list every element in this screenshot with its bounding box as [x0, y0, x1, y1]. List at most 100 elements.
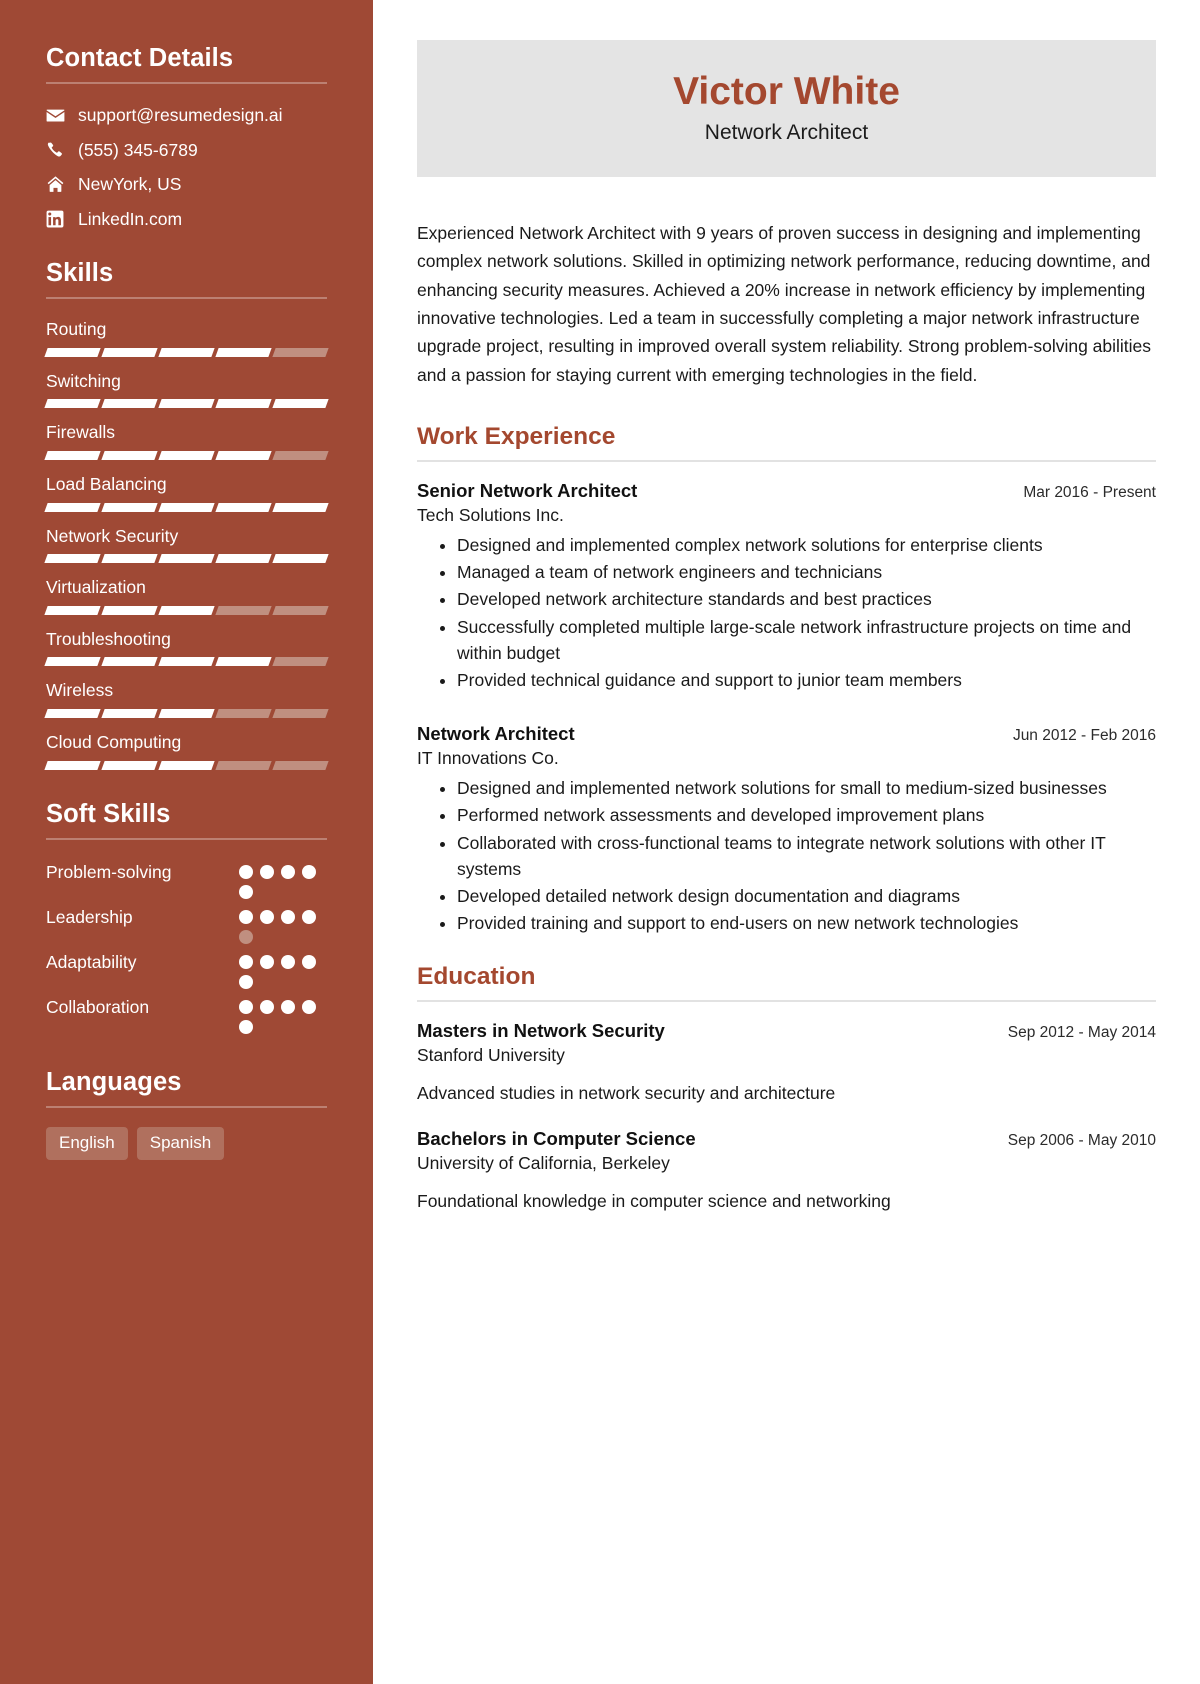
soft-skill-dot: [260, 999, 274, 1014]
language-pill[interactable]: Spanish: [136, 1126, 225, 1161]
contact-item[interactable]: (555) 345-6789: [46, 138, 327, 163]
soft-skill-rating: [239, 859, 327, 899]
contact-item[interactable]: NewYork, US: [46, 172, 327, 197]
work-job-title: Network Architect: [417, 723, 575, 745]
education-section: Education Masters in Network Security Sep…: [417, 963, 1156, 1214]
language-pill[interactable]: English: [46, 1126, 128, 1161]
skills-list: Routing Switching Firewalls Load Balancing N…: [44, 318, 329, 770]
education-entry-header: Masters in Network Security Sep 2012 - Ma…: [417, 1018, 1156, 1044]
education-description: Foundational knowledge in computer scien…: [417, 1190, 891, 1211]
phone-icon: [46, 141, 72, 159]
education-institution: Stanford University: [417, 1044, 565, 1065]
work-company: Tech Solutions Inc.: [417, 504, 564, 525]
skill-label: Network Security: [46, 525, 179, 546]
contact-details-section: Contact Details support@resumedesign.ai (…: [46, 44, 327, 231]
contact-value: NewYork, US: [78, 174, 182, 194]
work-experience-section: Work Experience Senior Network Architect…: [417, 423, 1156, 937]
soft-skill-dot: [302, 999, 316, 1014]
soft-skill-dot: [239, 1019, 253, 1034]
skill-bar-segment: [101, 605, 158, 615]
resume-page: Contact Details support@resumedesign.ai (…: [0, 0, 1200, 1684]
contact-item[interactable]: support@resumedesign.ai: [46, 103, 327, 128]
work-bullet: Designed and implemented complex network…: [457, 532, 1156, 558]
skill-bar-segment: [215, 502, 272, 512]
work-entry-header: Network Architect Jun 2012 - Feb 2016: [417, 721, 1156, 747]
skill-level-bar: [44, 347, 329, 357]
skill-label: Cloud Computing: [46, 732, 182, 752]
skill-bar-segment: [44, 347, 101, 357]
work-bullet: Developed network architecture standards…: [457, 586, 1156, 612]
soft-skill-item: Collaboration: [46, 994, 327, 1034]
skill-item: Switching: [44, 370, 329, 409]
skill-bar-segment: [272, 605, 329, 615]
home-icon: [46, 175, 72, 193]
skill-bar-segment: [158, 347, 215, 357]
section-divider: [46, 837, 327, 840]
soft-skills-heading: Soft Skills: [46, 799, 171, 828]
soft-skill-dot: [239, 999, 253, 1014]
skill-bar-segment: [272, 709, 329, 718]
skill-bar-segment: [44, 554, 101, 564]
skill-bar-segment: [215, 605, 272, 615]
soft-skill-item: Leadership: [46, 904, 327, 944]
entry-spacer: [417, 701, 1156, 721]
skill-bar-segment: [158, 399, 215, 409]
skill-bar-segment: [101, 760, 158, 770]
candidate-name: Victor White: [673, 70, 900, 113]
section-divider: [46, 297, 327, 299]
skills-heading: Skills: [46, 259, 114, 287]
soft-skills-section: Soft Skills Problem-solving Leadership Ada…: [46, 800, 327, 1034]
skill-bar-segment: [44, 605, 101, 615]
skill-level-bar: [44, 399, 329, 409]
skill-level-bar: [44, 605, 329, 615]
skill-bar-segment: [272, 760, 329, 770]
skill-bar-segment: [44, 657, 101, 667]
skill-bar-segment: [101, 657, 158, 667]
work-bullet-list: Designed and implemented complex network…: [437, 532, 1156, 694]
contact-details-heading: Contact Details: [46, 44, 234, 72]
soft-skill-item: Adaptability: [46, 949, 327, 989]
soft-skill-dot: [239, 929, 253, 944]
work-bullet: Developed detailed network design docume…: [457, 883, 1156, 909]
skill-bar-segment: [158, 605, 215, 615]
skill-bar-segment: [272, 399, 329, 409]
linkedin-icon: [46, 210, 72, 228]
skill-bar-segment: [215, 760, 272, 770]
section-divider: [417, 459, 1156, 462]
skill-level-bar: [44, 554, 329, 564]
skill-item: Firewalls: [44, 421, 329, 460]
work-bullet: Successfully completed multiple large-sc…: [457, 614, 1156, 667]
contact-value: LinkedIn.com: [78, 208, 183, 229]
education-institution: University of California, Berkeley: [417, 1152, 670, 1173]
skill-bar-segment: [44, 450, 101, 460]
main-content: Victor White Network Architect Experienc…: [373, 0, 1200, 1684]
soft-skill-rating: [239, 994, 327, 1034]
work-bullet: Collaborated with cross-functional teams…: [457, 830, 1156, 883]
skill-bar-segment: [158, 554, 215, 564]
education-entry-header: Bachelors in Computer Science Sep 2006 - …: [417, 1126, 1156, 1152]
contact-item[interactable]: LinkedIn.com: [46, 207, 327, 232]
soft-skill-label: Leadership: [46, 906, 133, 927]
contact-list: support@resumedesign.ai (555) 345-6789 New…: [46, 103, 327, 231]
soft-skill-rating: [239, 904, 327, 944]
work-bullet-list: Designed and implemented network solutio…: [437, 775, 1156, 937]
skill-item: Cloud Computing: [44, 731, 329, 770]
education-date-range: Sep 2006 - May 2010: [1007, 1131, 1156, 1149]
soft-skill-dot: [239, 909, 253, 924]
envelope-icon: [46, 106, 72, 125]
section-divider: [417, 999, 1156, 1002]
work-bullet: Managed a team of network engineers and …: [457, 559, 1156, 585]
work-bullet: Performed network assessments and develo…: [457, 802, 1156, 828]
work-bullet: Provided training and support to end-use…: [457, 910, 1156, 936]
skill-item: Troubleshooting: [44, 628, 329, 667]
soft-skill-dot: [239, 954, 253, 969]
soft-skill-dot: [260, 909, 274, 924]
skill-label: Routing: [46, 319, 107, 339]
soft-skill-dot: [281, 864, 295, 879]
skill-bar-segment: [215, 709, 272, 718]
languages-heading: Languages: [46, 1067, 182, 1096]
skill-label: Load Balancing: [46, 473, 167, 494]
skill-bar-segment: [158, 450, 215, 460]
skill-bar-segment: [215, 347, 272, 357]
education-entry: Masters in Network Security Sep 2012 - Ma…: [417, 1018, 1156, 1106]
